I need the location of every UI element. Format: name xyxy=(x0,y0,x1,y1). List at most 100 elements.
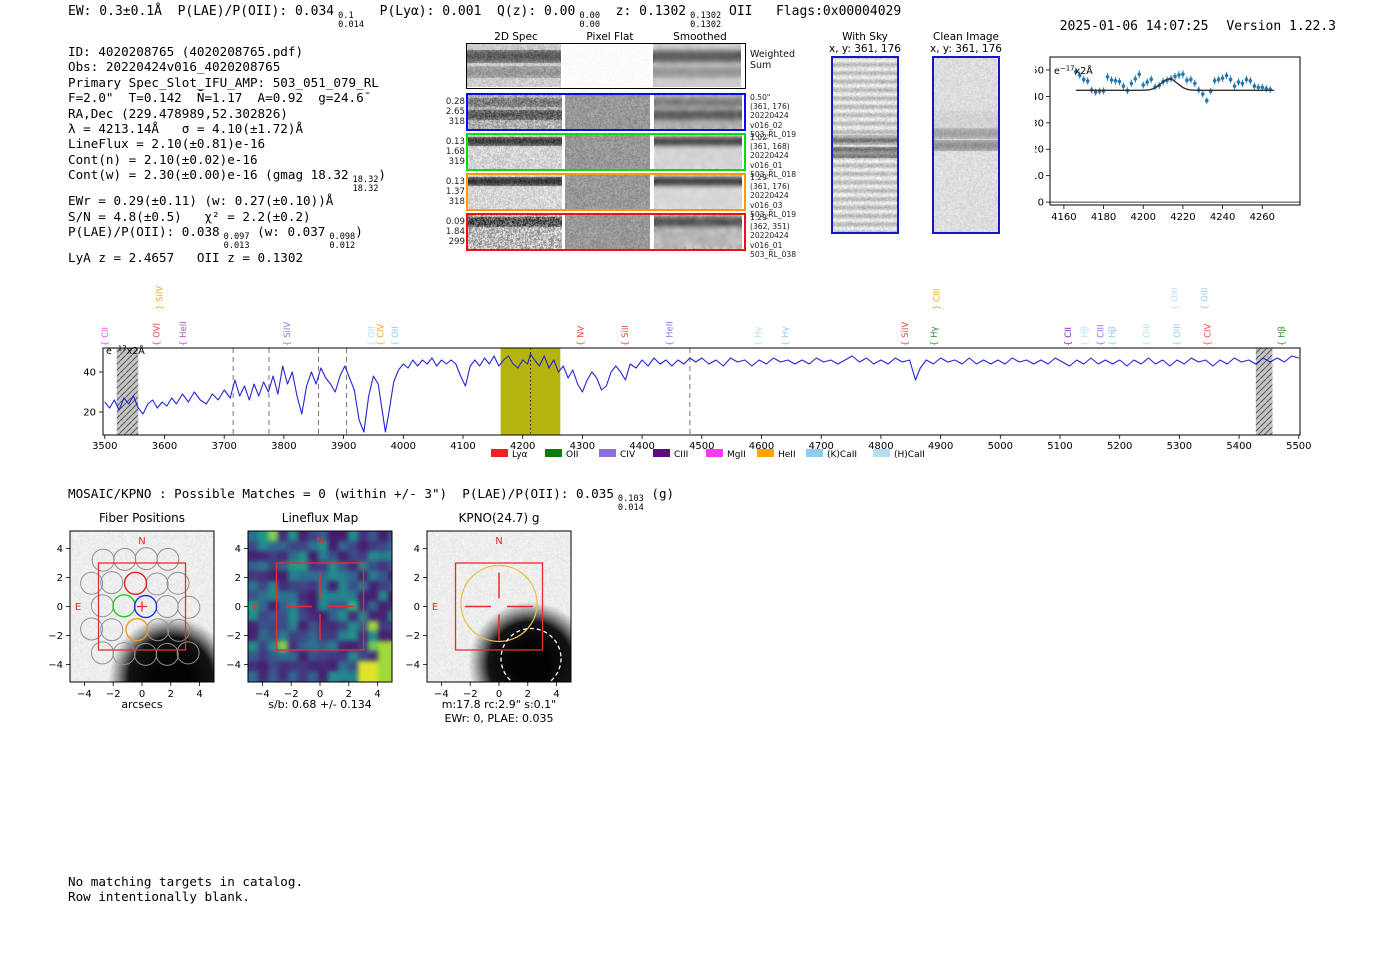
fiber-circle xyxy=(177,642,199,664)
data-point xyxy=(1213,79,1217,83)
masked-region-band xyxy=(117,348,138,435)
x-tick-label: 2 xyxy=(346,689,352,700)
fiber-circle xyxy=(178,596,200,618)
footer-notes: No matching targets in catalog.Row inten… xyxy=(68,874,303,904)
y-tick-label: 50 xyxy=(1035,65,1044,76)
y-tick-label: 2 xyxy=(57,573,63,584)
legend-label: (K)CaII xyxy=(827,450,857,460)
data-point xyxy=(1130,82,1134,86)
data-point xyxy=(1225,74,1229,78)
x-tick-label: 4 xyxy=(374,689,380,700)
data-point xyxy=(1245,78,1249,82)
emission-line-label: { SiIV xyxy=(901,322,911,346)
fiber-circle xyxy=(135,548,157,570)
emission-line-label: { CII xyxy=(101,327,111,346)
data-point xyxy=(1177,73,1181,77)
compass-east: E xyxy=(253,602,259,613)
x-tick-label: 4000 xyxy=(391,441,416,452)
x-tick-label: 5100 xyxy=(1047,441,1072,452)
emission-line-label: { OIII xyxy=(1171,288,1181,310)
data-point xyxy=(1137,72,1141,76)
x-tick-label: −2 xyxy=(106,689,121,700)
y-tick-label: 4 xyxy=(57,544,63,555)
legend-swatch xyxy=(873,449,890,457)
emission-line-label: { Hβ xyxy=(1108,326,1118,346)
data-point xyxy=(1145,80,1149,84)
compass-north: N xyxy=(316,536,323,547)
y-tick-label: 0 xyxy=(414,602,420,613)
x-tick-label: 3900 xyxy=(331,441,356,452)
emission-line-label: { HeII xyxy=(666,321,676,346)
y-tick-label: −4 xyxy=(226,660,241,671)
x-tick-label: 0 xyxy=(496,689,502,700)
x-tick-label: 4180 xyxy=(1091,212,1116,223)
x-tick-label: 5200 xyxy=(1107,441,1132,452)
fiber-circle xyxy=(147,619,169,641)
emission-line-label: { HeII xyxy=(179,321,189,346)
compass-east: E xyxy=(432,602,438,613)
line-zoom-plot: 41604180420042204240426001020304050e−17x… xyxy=(1035,48,1385,228)
x-tick-label: 5300 xyxy=(1167,441,1192,452)
emission-line-label: { OII xyxy=(391,326,401,346)
x-tick-label: 3800 xyxy=(271,441,296,452)
x-tick-label: 5400 xyxy=(1226,441,1251,452)
data-point xyxy=(1141,83,1145,87)
y-tick-label: 30 xyxy=(1035,118,1044,129)
y-tick-label: 10 xyxy=(1035,171,1044,182)
data-point xyxy=(1118,80,1122,84)
x-tick-label: 4900 xyxy=(928,441,953,452)
legend-swatch xyxy=(491,449,508,457)
y-tick-label: −4 xyxy=(48,660,63,671)
emission-line-label: { CIV xyxy=(377,323,387,346)
data-point xyxy=(1189,78,1193,82)
data-point xyxy=(1122,84,1126,88)
emission-line-label: { OIII xyxy=(1143,324,1153,346)
y-tick-label: −2 xyxy=(48,631,63,642)
emission-line-label: { CIV xyxy=(1203,323,1213,346)
x-tick-label: 5000 xyxy=(988,441,1013,452)
fiber-circle xyxy=(168,619,190,641)
data-point xyxy=(1134,77,1138,81)
footer-line: No matching targets in catalog. xyxy=(68,874,303,889)
data-point xyxy=(1261,86,1265,90)
y-tick-label: −2 xyxy=(405,631,420,642)
x-tick-label: 0 xyxy=(317,689,323,700)
kpno-overlay: NE−4−4−2−2002244 xyxy=(395,523,605,718)
x-tick-label: 4260 xyxy=(1250,212,1275,223)
fiber-circle xyxy=(81,618,103,640)
x-tick-label: −4 xyxy=(77,689,92,700)
fiber-circle xyxy=(146,573,168,595)
unit-rest: x2Å xyxy=(1075,65,1094,77)
fiber-circle xyxy=(92,549,114,571)
y-tick-label: 0 xyxy=(1038,198,1044,209)
data-point xyxy=(1185,78,1189,82)
data-point xyxy=(1237,80,1241,84)
y-tick-label: 4 xyxy=(414,544,420,555)
x-tick-label: 4240 xyxy=(1210,212,1235,223)
x-tick-label: −4 xyxy=(255,689,270,700)
fiber-circle xyxy=(101,572,123,594)
fiber-circle xyxy=(156,596,178,618)
y-tick-label: −4 xyxy=(405,660,420,671)
data-point xyxy=(1149,77,1153,81)
data-point xyxy=(1205,99,1209,103)
data-point xyxy=(1233,84,1237,88)
x-tick-label: 4100 xyxy=(450,441,475,452)
legend-label: Lyα xyxy=(512,450,528,460)
elixer-report-page: { "meta": {"timestamp": "2025-01-06 14:0… xyxy=(0,0,1400,953)
data-point xyxy=(1173,75,1177,79)
data-point xyxy=(1257,86,1261,90)
x-tick-label: −2 xyxy=(284,689,299,700)
x-tick-label: 5500 xyxy=(1286,441,1311,452)
compass-north: N xyxy=(138,536,145,547)
fiber-circle xyxy=(135,643,157,665)
emission-line-label: } CIII xyxy=(932,288,942,310)
fiber-circle-green xyxy=(113,595,135,617)
fiber-circle xyxy=(114,548,136,570)
emission-line-label: { OIII xyxy=(1200,288,1210,310)
unit-label: e−17x2Å xyxy=(1054,65,1093,78)
legend-label: CIV xyxy=(620,450,636,460)
unit-rest: x2Å xyxy=(127,345,146,357)
data-point xyxy=(1221,76,1225,80)
emission-line-label: { OIII xyxy=(1173,324,1183,346)
